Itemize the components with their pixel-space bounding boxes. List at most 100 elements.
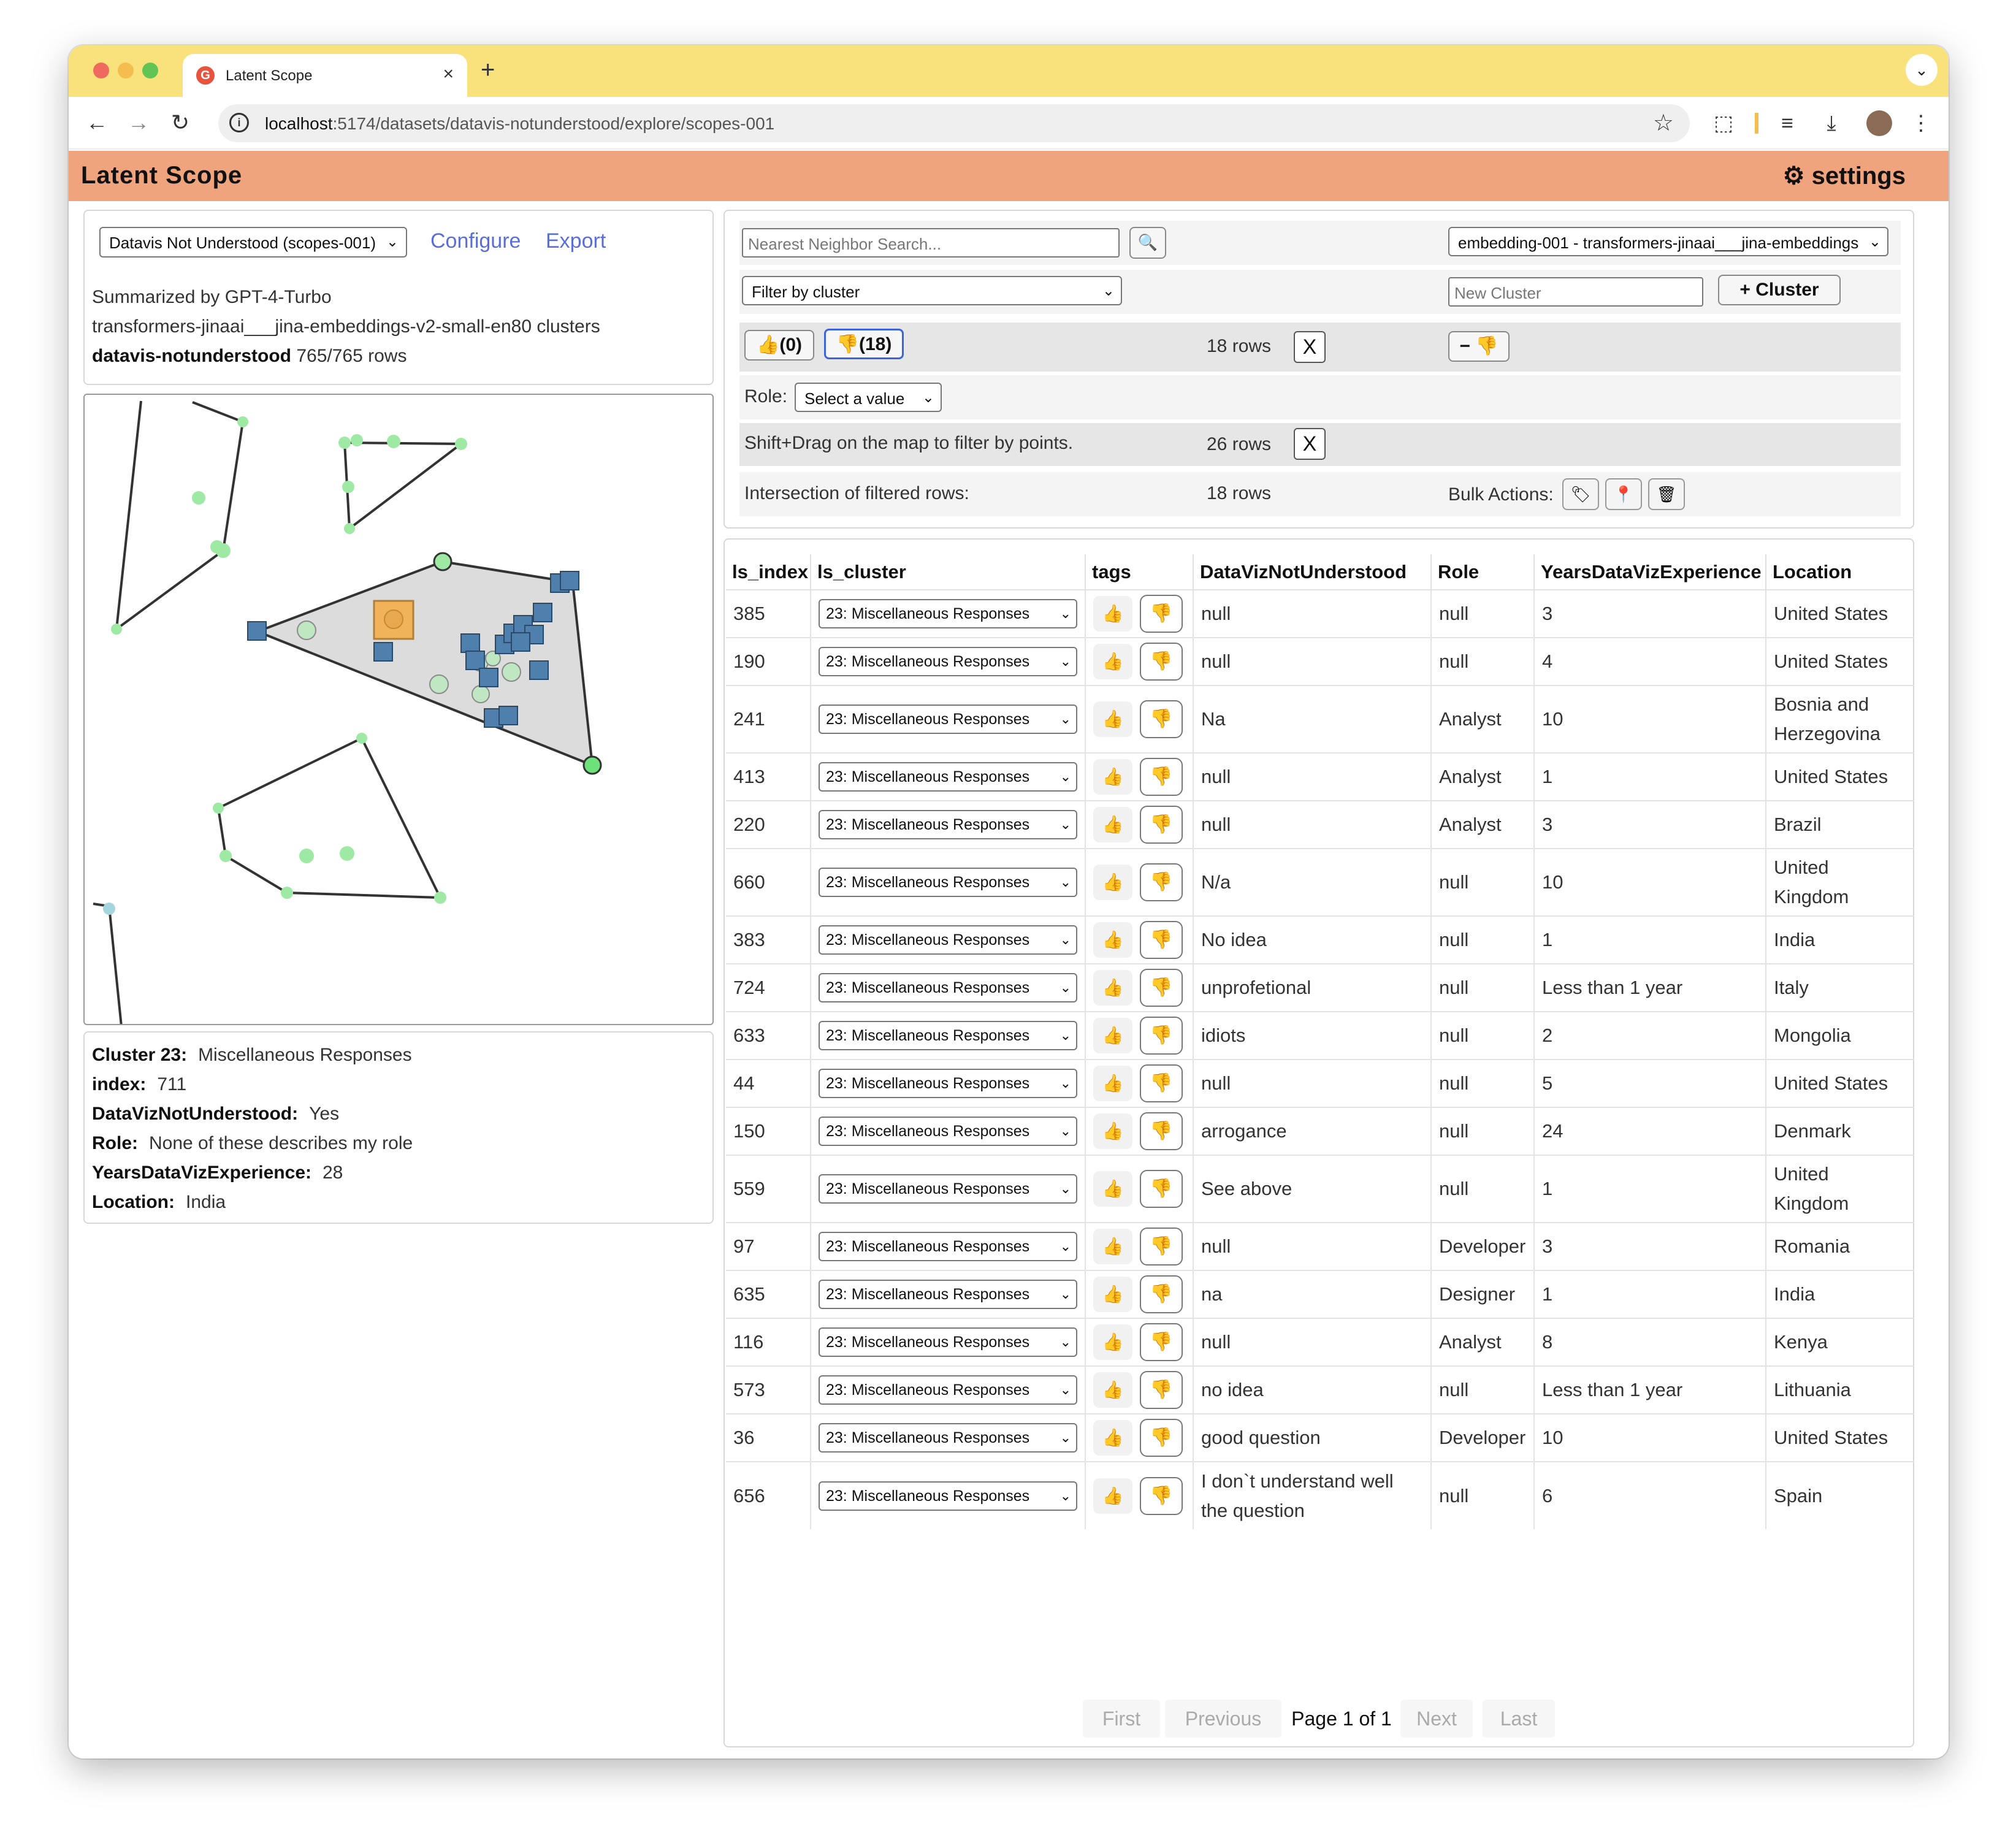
- embedding-select[interactable]: embedding-001 - transformers-jinaai___ji…: [1448, 227, 1888, 256]
- thumbs-up-icon[interactable]: 👍: [1093, 1324, 1132, 1360]
- thumbs-down-icon[interactable]: 👎: [1140, 1476, 1183, 1515]
- url-text[interactable]: localhost:5174/datasets/datavis-notunder…: [265, 114, 774, 134]
- table-row[interactable]: 656 23: Miscellaneous Responses ⌄ 👍 👎 I don`t…: [726, 1461, 1914, 1529]
- new-cluster-input[interactable]: New Cluster: [1448, 277, 1703, 307]
- thumbs-up-icon[interactable]: 👍: [1093, 865, 1132, 900]
- thumbs-down-icon[interactable]: 👎: [1140, 643, 1183, 681]
- thumbs-up-icon[interactable]: 👍: [1093, 1478, 1132, 1514]
- reload-icon[interactable]: ↻: [166, 108, 195, 137]
- settings-link[interactable]: ⚙ settings: [1783, 162, 1906, 190]
- back-icon[interactable]: ←: [82, 108, 112, 137]
- thumbs-up-filter-button[interactable]: 👍(0): [744, 330, 814, 361]
- table-row[interactable]: 220 23: Miscellaneous Responses ⌄ 👍 👎 null Ana…: [726, 800, 1914, 849]
- thumbs-down-icon[interactable]: 👎: [1140, 1064, 1183, 1102]
- cluster-select[interactable]: 23: Miscellaneous Responses ⌄: [819, 1174, 1077, 1204]
- close-tab-icon[interactable]: ×: [443, 64, 454, 85]
- thumbs-up-icon[interactable]: 👍: [1093, 644, 1132, 679]
- col-header-ls-index[interactable]: ls_index: [726, 554, 811, 590]
- table-row[interactable]: 633 23: Miscellaneous Responses ⌄ 👍 👎 idiots n…: [726, 1011, 1914, 1060]
- thumbs-up-icon[interactable]: 👍: [1093, 701, 1132, 737]
- thumbs-down-icon[interactable]: 👎: [1140, 1371, 1183, 1409]
- thumbs-down-icon[interactable]: 👎: [1140, 1323, 1183, 1361]
- extension-icon[interactable]: ⬚: [1708, 108, 1739, 139]
- new-tab-icon[interactable]: +: [481, 56, 495, 84]
- cluster-select[interactable]: 23: Miscellaneous Responses ⌄: [819, 762, 1077, 792]
- browser-tab[interactable]: G Latent Scope ×: [183, 54, 467, 97]
- add-cluster-button[interactable]: + Cluster: [1718, 275, 1841, 305]
- thumbs-up-icon[interactable]: 👍: [1093, 1372, 1132, 1408]
- address-bar[interactable]: i localhost:5174/datasets/datavis-notund…: [218, 104, 1690, 142]
- cluster-select[interactable]: 23: Miscellaneous Responses ⌄: [819, 925, 1077, 955]
- thumbs-down-icon[interactable]: 👎: [1140, 969, 1183, 1007]
- thumbs-up-icon[interactable]: 👍: [1093, 759, 1132, 795]
- thumbs-up-icon[interactable]: 👍: [1093, 596, 1132, 632]
- thumbs-down-icon[interactable]: 👎: [1140, 1112, 1183, 1150]
- minimize-window-button[interactable]: [118, 63, 134, 78]
- thumbs-down-icon[interactable]: 👎: [1140, 921, 1183, 959]
- thumbs-up-icon[interactable]: 👍: [1093, 1113, 1132, 1149]
- media-icon[interactable]: ≡: [1772, 108, 1803, 139]
- export-link[interactable]: Export: [546, 229, 606, 253]
- cluster-select[interactable]: 23: Miscellaneous Responses ⌄: [819, 704, 1077, 734]
- cluster-filter-select[interactable]: Filter by cluster ⌄: [742, 276, 1122, 305]
- col-header-years[interactable]: YearsDataVizExperience: [1534, 554, 1766, 590]
- table-row[interactable]: 116 23: Miscellaneous Responses ⌄ 👍 👎 null Ana…: [726, 1318, 1914, 1366]
- table-row[interactable]: 559 23: Miscellaneous Responses ⌄ 👍 👎 See abo…: [726, 1155, 1914, 1223]
- col-header-ls-cluster[interactable]: ls_cluster: [811, 554, 1086, 590]
- thumbs-up-icon[interactable]: 👍: [1093, 1066, 1132, 1101]
- cluster-select[interactable]: 23: Miscellaneous Responses ⌄: [819, 973, 1077, 1002]
- clear-map-filter-button[interactable]: X: [1294, 428, 1326, 460]
- thumbs-up-icon[interactable]: 👍: [1093, 1018, 1132, 1053]
- thumbs-down-icon[interactable]: 👎: [1140, 700, 1183, 738]
- scope-select[interactable]: Datavis Not Understood (scopes-001) ⌄: [99, 227, 407, 258]
- cluster-select[interactable]: 23: Miscellaneous Responses ⌄: [819, 647, 1077, 676]
- nearest-neighbor-search-input[interactable]: Nearest Neighbor Search...: [742, 228, 1120, 258]
- thumbs-down-icon[interactable]: 👎: [1140, 595, 1183, 633]
- thumbs-up-icon[interactable]: 👍: [1093, 807, 1132, 842]
- thumbs-up-icon[interactable]: 👍: [1093, 1277, 1132, 1312]
- cluster-select[interactable]: 23: Miscellaneous Responses ⌄: [819, 1423, 1077, 1453]
- next-page-button[interactable]: Next: [1400, 1700, 1473, 1738]
- avatar[interactable]: [1866, 110, 1892, 136]
- bulk-delete-button[interactable]: 🗑: [1648, 478, 1685, 510]
- cluster-select[interactable]: 23: Miscellaneous Responses ⌄: [819, 1232, 1077, 1261]
- cluster-select[interactable]: 23: Miscellaneous Responses ⌄: [819, 1481, 1077, 1511]
- thumbs-down-icon[interactable]: 👎: [1140, 1228, 1183, 1266]
- thumbs-up-icon[interactable]: 👍: [1093, 970, 1132, 1006]
- thumbs-down-icon[interactable]: 👎: [1140, 1275, 1183, 1313]
- cluster-select[interactable]: 23: Miscellaneous Responses ⌄: [819, 1021, 1077, 1050]
- cluster-select[interactable]: 23: Miscellaneous Responses ⌄: [819, 868, 1077, 897]
- tab-search-icon[interactable]: ⌄: [1906, 54, 1938, 86]
- thumbs-down-icon[interactable]: 👎: [1140, 1170, 1183, 1208]
- clear-tag-filter-button[interactable]: X: [1294, 331, 1326, 363]
- table-row[interactable]: 97 23: Miscellaneous Responses ⌄ 👍 👎 null Deve…: [726, 1222, 1914, 1270]
- bulk-tag-button[interactable]: 🏷: [1562, 478, 1599, 510]
- download-icon[interactable]: ⤓: [1816, 108, 1847, 139]
- previous-page-button[interactable]: Previous: [1165, 1700, 1281, 1738]
- cluster-select[interactable]: 23: Miscellaneous Responses ⌄: [819, 599, 1077, 628]
- col-header-location[interactable]: Location: [1766, 554, 1914, 590]
- table-row[interactable]: 190 23: Miscellaneous Responses ⌄ 👍 👎 null nul…: [726, 637, 1914, 685]
- thumbs-down-icon[interactable]: 👎: [1140, 1419, 1183, 1457]
- forward-icon[interactable]: →: [124, 108, 153, 137]
- col-header-role[interactable]: Role: [1431, 554, 1535, 590]
- cluster-select[interactable]: 23: Miscellaneous Responses ⌄: [819, 1327, 1077, 1357]
- close-window-button[interactable]: [93, 63, 109, 78]
- table-row[interactable]: 413 23: Miscellaneous Responses ⌄ 👍 👎 null Ana…: [726, 752, 1914, 801]
- table-row[interactable]: 383 23: Miscellaneous Responses ⌄ 👍 👎 No idea…: [726, 915, 1914, 964]
- col-header-tags[interactable]: tags: [1085, 554, 1194, 590]
- first-page-button[interactable]: First: [1083, 1700, 1160, 1738]
- table-row[interactable]: 44 23: Miscellaneous Responses ⌄ 👍 👎 null null…: [726, 1059, 1914, 1107]
- thumbs-down-filter-button[interactable]: 👎(18): [824, 329, 904, 359]
- table-row[interactable]: 724 23: Miscellaneous Responses ⌄ 👍 👎 unprofe…: [726, 963, 1914, 1012]
- last-page-button[interactable]: Last: [1483, 1700, 1555, 1738]
- role-select[interactable]: Select a value ⌄: [795, 383, 942, 412]
- configure-link[interactable]: Configure: [430, 229, 521, 253]
- cluster-select[interactable]: 23: Miscellaneous Responses ⌄: [819, 1069, 1077, 1098]
- cluster-select[interactable]: 23: Miscellaneous Responses ⌄: [819, 810, 1077, 839]
- thumbs-down-icon[interactable]: 👎: [1140, 806, 1183, 844]
- table-row[interactable]: 241 23: Miscellaneous Responses ⌄ 👍 👎 Na Analy…: [726, 685, 1914, 753]
- cluster-select[interactable]: 23: Miscellaneous Responses ⌄: [819, 1280, 1077, 1309]
- thumbs-down-icon[interactable]: 👎: [1140, 758, 1183, 796]
- search-button[interactable]: 🔍: [1129, 227, 1166, 259]
